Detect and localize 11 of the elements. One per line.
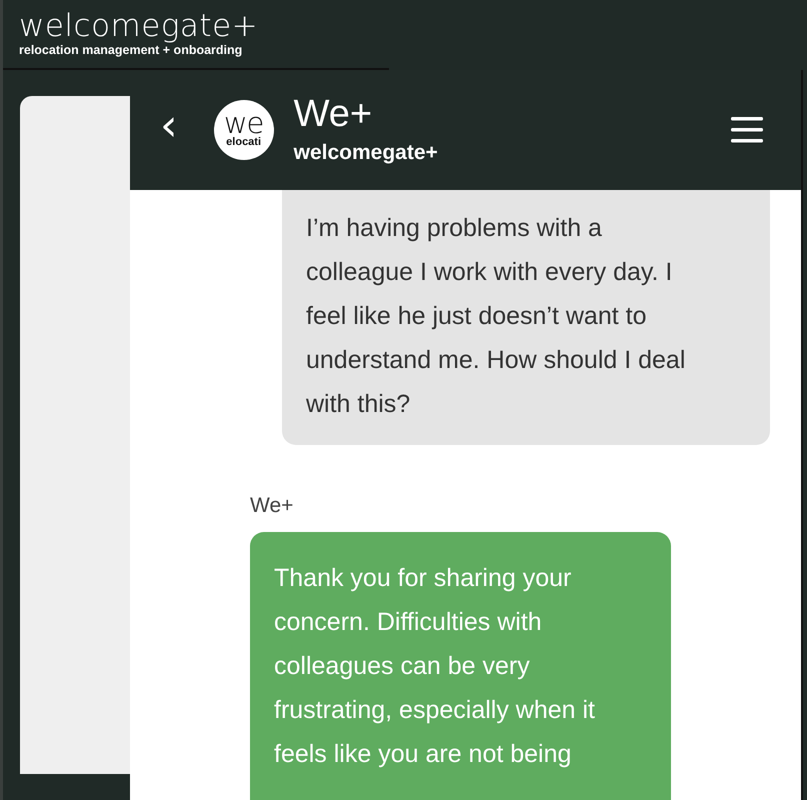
sender-name: We+ bbox=[250, 494, 294, 518]
menu-icon bbox=[731, 117, 763, 143]
bot-avatar: we elocati bbox=[214, 100, 274, 160]
chat-title: We+ bbox=[294, 93, 374, 135]
menu-button[interactable] bbox=[731, 117, 763, 143]
chat-subtitle: welcomegate+ bbox=[294, 140, 439, 166]
message-text: I’m having problems with a colleague I work with every day. I feel like he just doesn’t want to understand me. How should I deal with this? bbox=[306, 213, 686, 420]
site-tagline: relocation management + onboarding bbox=[19, 42, 244, 58]
message-text: Thank you for sharing your concern. Difficulties with colleagues can be very frustrating, especially when it feels like you are not being bbox=[274, 563, 596, 770]
site-logo: welcomegate+ bbox=[19, 10, 260, 42]
back-button[interactable]: ‹ bbox=[160, 104, 178, 156]
